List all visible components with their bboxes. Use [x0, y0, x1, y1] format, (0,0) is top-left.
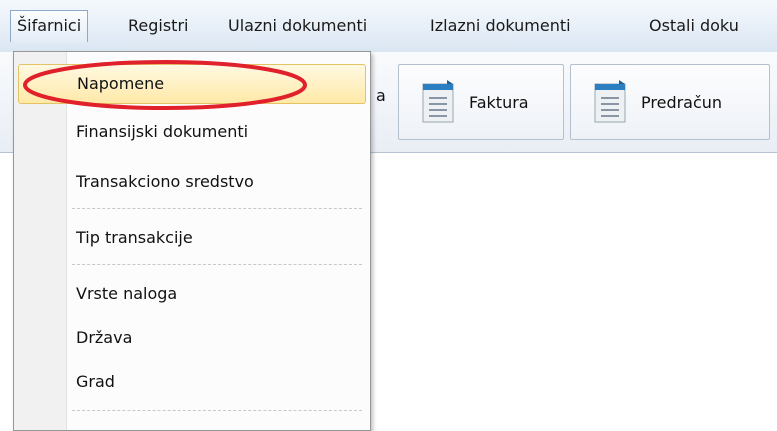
menu-separator	[72, 264, 362, 265]
menu-item-grad[interactable]: Grad	[18, 362, 366, 402]
menu-item-drzava[interactable]: Država	[18, 318, 366, 358]
faktura-button[interactable]: Faktura	[398, 64, 564, 140]
menu-item-label: Transakciono sredstvo	[76, 172, 254, 191]
menu-ostali-dokumenti[interactable]: Ostali doku	[643, 10, 745, 42]
menu-separator	[72, 208, 362, 209]
menu-ulazni-dokumenti[interactable]: Ulazni dokumenti	[222, 10, 373, 42]
menu-separator	[72, 410, 362, 411]
menu-registri[interactable]: Registri	[122, 10, 194, 42]
menu-item-label: Tip transakcije	[76, 228, 193, 247]
menu-item-label: Vrste naloga	[76, 284, 178, 303]
menu-item-transakciono-sredstvo[interactable]: Transakciono sredstvo	[18, 162, 366, 202]
menu-izlazni-dokumenti[interactable]: Izlazni dokumenti	[424, 10, 577, 42]
toolbar-partial-label: a	[376, 86, 386, 105]
document-icon	[422, 80, 454, 123]
menu-item-label: Država	[76, 328, 133, 347]
menu-item-label: Grad	[76, 372, 115, 391]
menu-item-finansijski-dokumenti[interactable]: Finansijski dokumenti	[18, 112, 366, 152]
menu-bar: Šifarnici Registri Ulazni dokumenti Izla…	[0, 0, 777, 53]
menu-sifarnici[interactable]: Šifarnici	[10, 10, 89, 42]
faktura-label: Faktura	[469, 92, 529, 112]
predracun-label: Predračun	[641, 92, 723, 112]
document-icon	[594, 80, 626, 123]
menu-item-vrste-naloga[interactable]: Vrste naloga	[18, 274, 366, 314]
predracun-button[interactable]: Predračun	[570, 64, 770, 140]
annotation-ellipse	[23, 60, 307, 110]
menu-item-label: Finansijski dokumenti	[76, 122, 249, 141]
menu-item-tip-transakcije[interactable]: Tip transakcije	[18, 218, 366, 258]
